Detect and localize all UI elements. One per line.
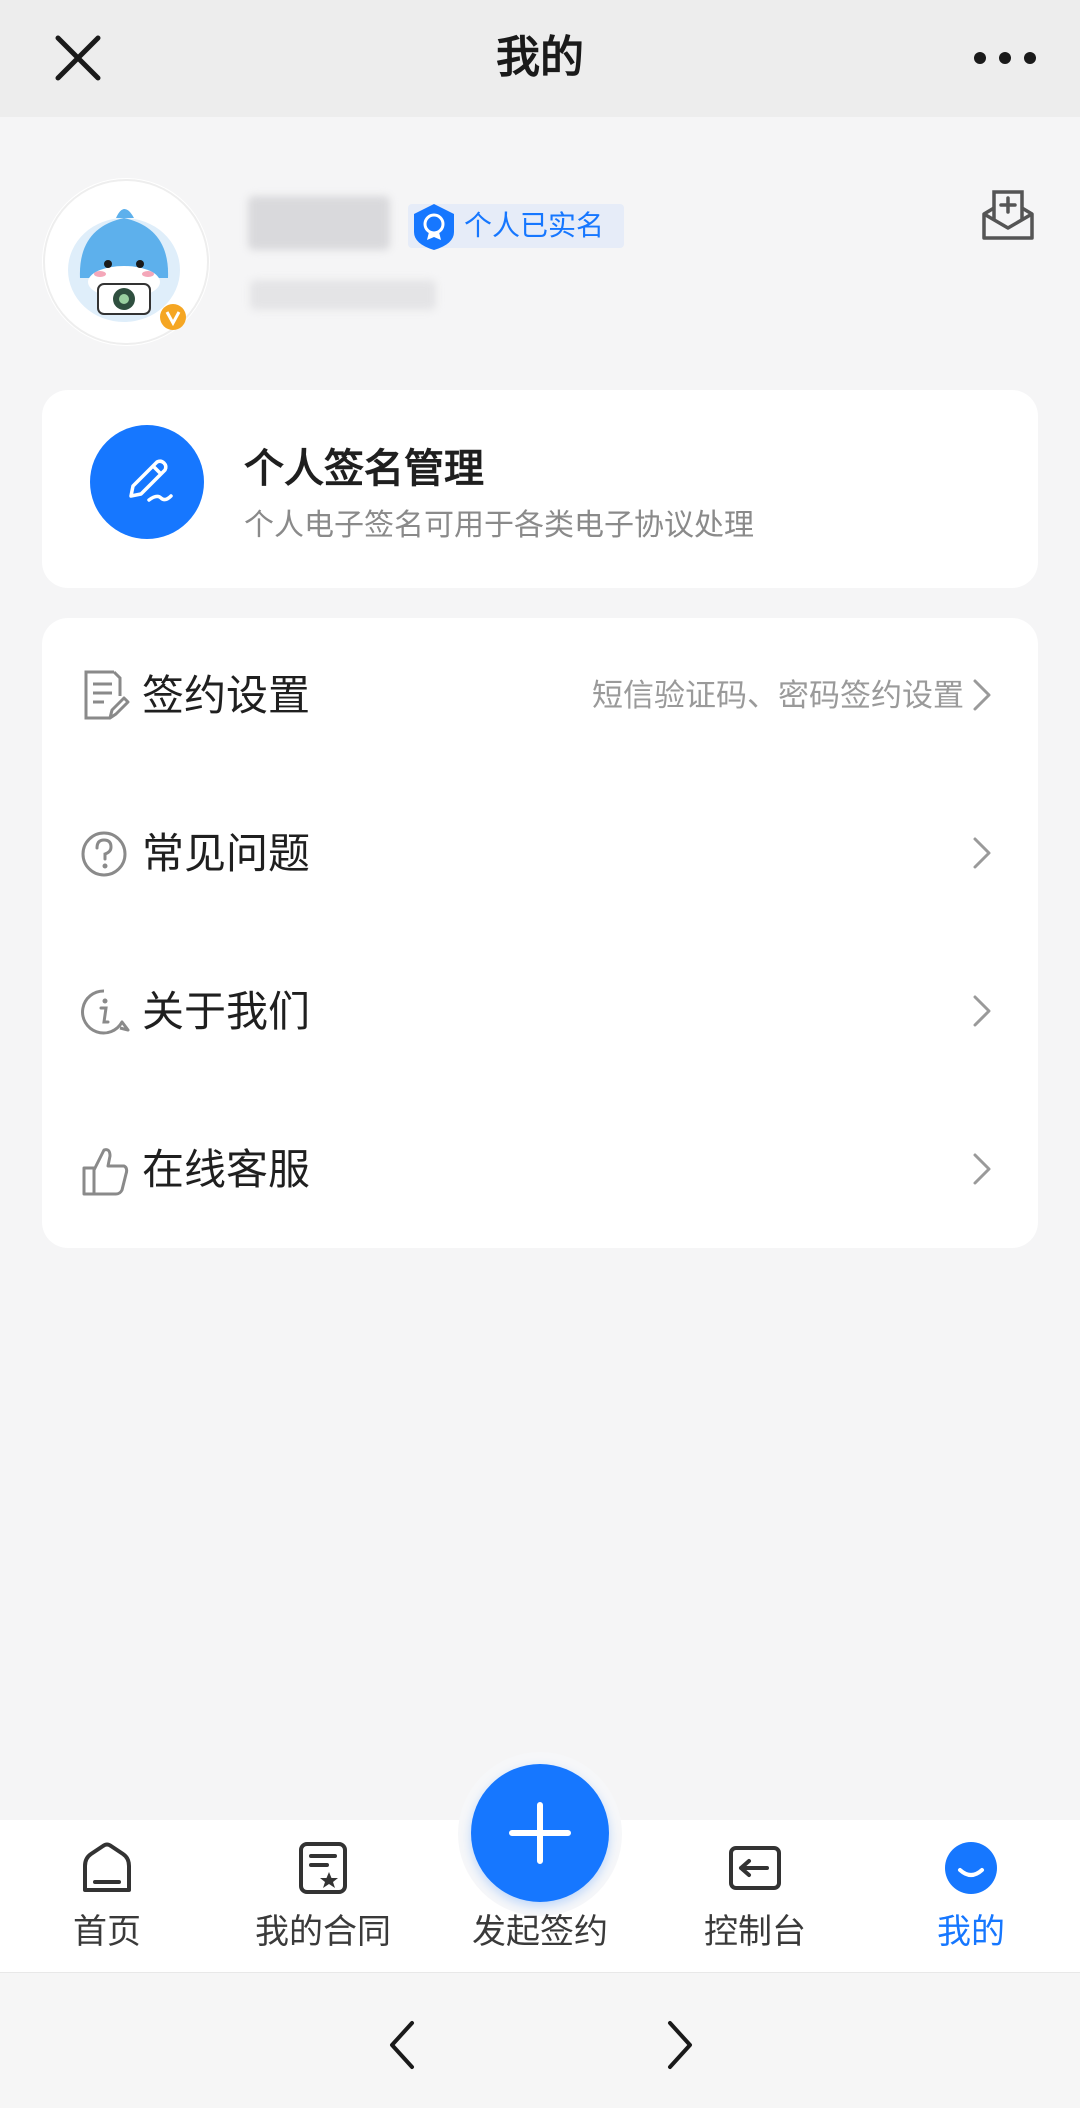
- document-edit-icon: [84, 670, 130, 720]
- menu-item-about-us[interactable]: 关于我们: [42, 934, 1038, 1092]
- tab-label: 我的: [937, 1912, 1005, 1952]
- tab-label: 控制台: [704, 1912, 806, 1952]
- menu-item-signing-settings[interactable]: 签约设置 短信验证码、密码签约设置: [42, 618, 1038, 776]
- page-title: 我的: [496, 32, 584, 83]
- user-name-blurred: [248, 196, 390, 250]
- back-arrow-icon[interactable]: [382, 2017, 422, 2073]
- verified-shield-icon: [414, 204, 454, 250]
- avatar[interactable]: [42, 178, 210, 346]
- inbox-icon[interactable]: [980, 188, 1036, 244]
- menu-item-online-service[interactable]: 在线客服: [42, 1092, 1038, 1250]
- settings-menu: 签约设置 短信验证码、密码签约设置 常见问题 关于我们 在线客服: [42, 618, 1038, 1248]
- tab-label: 我的合同: [255, 1912, 391, 1952]
- menu-item-label: 在线客服: [142, 1145, 311, 1194]
- tab-console[interactable]: 控制台: [660, 1820, 850, 1972]
- menu-item-label: 常见问题: [142, 829, 311, 878]
- tab-my-contracts[interactable]: 我的合同: [228, 1820, 418, 1972]
- tab-label: 首页: [73, 1912, 141, 1952]
- menu-item-label: 签约设置: [142, 671, 311, 720]
- profile-smile-icon: [945, 1842, 997, 1894]
- title-bar: 我的: [0, 0, 1080, 117]
- signature-card-title: 个人签名管理: [244, 446, 484, 492]
- home-icon: [83, 1842, 131, 1892]
- menu-item-hint: 短信验证码、密码签约设置: [592, 678, 964, 714]
- plus-icon: [509, 1802, 571, 1864]
- signature-pen-icon: [90, 425, 204, 539]
- tab-mine[interactable]: 我的: [876, 1820, 1066, 1972]
- tab-label-start-signing: 发起签约: [472, 1912, 608, 1952]
- browser-nav-bar: [0, 1972, 1080, 2108]
- question-circle-icon: [81, 831, 127, 877]
- menu-item-label: 关于我们: [142, 987, 311, 1036]
- menu-item-faq[interactable]: 常见问题: [42, 776, 1038, 934]
- more-icon[interactable]: [970, 40, 1040, 76]
- chevron-right-icon: [973, 679, 991, 711]
- dolphin-mascot-icon: [43, 179, 209, 345]
- chevron-right-icon: [973, 1153, 991, 1185]
- user-account-blurred: [250, 280, 436, 310]
- contract-icon: [299, 1842, 347, 1894]
- console-icon: [729, 1846, 781, 1890]
- info-circle-icon: [81, 989, 130, 1035]
- forward-arrow-icon[interactable]: [660, 2017, 700, 2073]
- chevron-right-icon: [973, 837, 991, 869]
- chevron-right-icon: [973, 995, 991, 1027]
- signature-management-card[interactable]: 个人签名管理 个人电子签名可用于各类电子协议处理: [42, 390, 1038, 588]
- verified-label: 个人已实名: [464, 209, 605, 242]
- start-signing-button[interactable]: [471, 1764, 609, 1902]
- signature-card-subtitle: 个人电子签名可用于各类电子协议处理: [244, 508, 754, 543]
- thumbs-up-icon: [82, 1148, 129, 1196]
- tab-home[interactable]: 首页: [12, 1820, 202, 1972]
- verified-badge: 个人已实名: [408, 204, 625, 250]
